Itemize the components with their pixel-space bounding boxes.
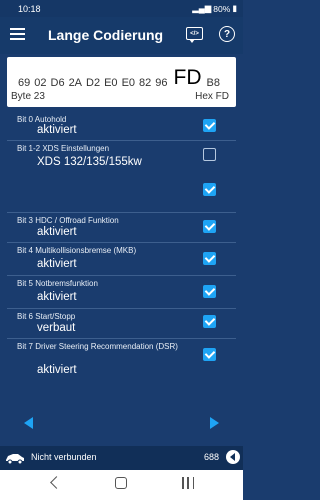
bit-row[interactable]: Bit 5 Notbremsfunktion aktiviert <box>7 276 236 309</box>
nav-recent-icon[interactable] <box>182 477 194 489</box>
hex-byte-selected[interactable]: FD <box>174 67 202 89</box>
bit-value: verbaut <box>37 322 76 334</box>
bit-value: aktiviert <box>37 258 77 270</box>
record-count: 688 <box>204 452 220 462</box>
system-nav-bar <box>0 470 243 500</box>
hex-bytes: 69 02 D6 2A D2 E0 E0 82 96 FD B8 <box>7 63 236 90</box>
help-icon[interactable]: ? <box>219 26 235 42</box>
battery-icon: ▮ <box>232 3 237 13</box>
bit-row[interactable]: Bit 0 Autohold aktiviert <box>7 112 236 141</box>
bit-label: Bit 4 Multikollisionsbremse (MKB) <box>17 246 137 255</box>
status-bar: 10:18 ▂▄▆ 80% ▮ <box>0 0 243 17</box>
arrow-right-icon[interactable] <box>210 417 219 429</box>
bit-label: Bit 5 Notbremsfunktion <box>17 279 98 288</box>
checkbox-bit6[interactable] <box>203 315 216 328</box>
byte-index-label: Byte 23 <box>11 91 45 102</box>
page-title: Lange Codierung <box>48 27 164 43</box>
bit-value: XDS 132/135/155kw <box>37 156 142 168</box>
checkbox-bit4[interactable] <box>203 252 216 265</box>
bit-row[interactable]: Bit 6 Start/Stopp verbaut <box>7 309 236 339</box>
hex-byte[interactable]: D2 <box>86 77 100 89</box>
checkbox-bit1[interactable] <box>203 148 216 161</box>
bit-label: Bit 0 Autohold <box>17 115 67 124</box>
hex-byte[interactable]: 2A <box>69 77 82 89</box>
hex-value-label: Hex FD <box>195 91 229 102</box>
bit-value: aktiviert <box>37 291 77 303</box>
arrow-left-icon[interactable] <box>24 417 33 429</box>
status-time: 10:18 <box>18 3 41 14</box>
bit-label: Bit 3 HDC / Offroad Funktion <box>17 216 119 225</box>
bit-label: Bit 1-2 XDS Einstellungen <box>17 144 110 153</box>
bit-label: Bit 7 Driver Steering Recommendation (DS… <box>17 342 178 351</box>
checkbox-bit5[interactable] <box>203 285 216 298</box>
bit-value: aktiviert <box>37 364 77 376</box>
hamburger-icon[interactable] <box>10 28 25 40</box>
hex-byte[interactable]: D6 <box>51 77 65 89</box>
footer-bar: Nicht verbunden 688 <box>0 446 243 470</box>
bit-value: aktiviert <box>37 226 77 238</box>
bit-list: Bit 0 Autohold aktiviert Bit 1-2 XDS Ein… <box>7 112 236 387</box>
app-bar: Lange Codierung </> ? <box>0 17 243 54</box>
hex-byte[interactable]: 02 <box>34 77 46 89</box>
nav-home-icon[interactable] <box>115 477 127 489</box>
bit-label: Bit 6 Start/Stopp <box>17 312 76 321</box>
checkbox-bit7[interactable] <box>203 348 216 361</box>
connection-status: Nicht verbunden <box>31 452 97 462</box>
bit-row[interactable]: Bit 3 HDC / Offroad Funktion aktiviert <box>7 213 236 243</box>
hex-byte[interactable]: E0 <box>104 77 117 89</box>
checkbox-bit3[interactable] <box>203 220 216 233</box>
checkbox-bit0[interactable] <box>203 119 216 132</box>
hex-byte[interactable]: E0 <box>122 77 135 89</box>
battery-level: 80% <box>213 3 231 14</box>
bit-row[interactable]: Bit 1-2 XDS Einstellungen XDS 132/135/15… <box>7 141 236 213</box>
hex-panel: 69 02 D6 2A D2 E0 E0 82 96 FD B8 Byte 23… <box>7 57 236 107</box>
back-circle-icon[interactable] <box>226 450 240 464</box>
checkbox-bit2[interactable] <box>203 183 216 196</box>
bit-value: aktiviert <box>37 124 77 136</box>
status-indicators: ▂▄▆ 80% ▮ <box>192 3 237 14</box>
hex-byte[interactable]: 69 <box>18 77 30 89</box>
code-icon[interactable]: </> <box>186 27 203 43</box>
bit-row[interactable]: Bit 4 Multikollisionsbremse (MKB) aktivi… <box>7 243 236 276</box>
hex-byte[interactable]: 96 <box>155 77 167 89</box>
hex-byte[interactable]: 82 <box>139 77 151 89</box>
bit-row[interactable]: Bit 7 Driver Steering Recommendation (DS… <box>7 339 236 387</box>
signal-icon: ▂▄▆ <box>192 3 212 13</box>
hex-byte[interactable]: B8 <box>207 77 220 89</box>
nav-back-icon[interactable] <box>50 476 63 489</box>
car-icon <box>6 454 24 464</box>
